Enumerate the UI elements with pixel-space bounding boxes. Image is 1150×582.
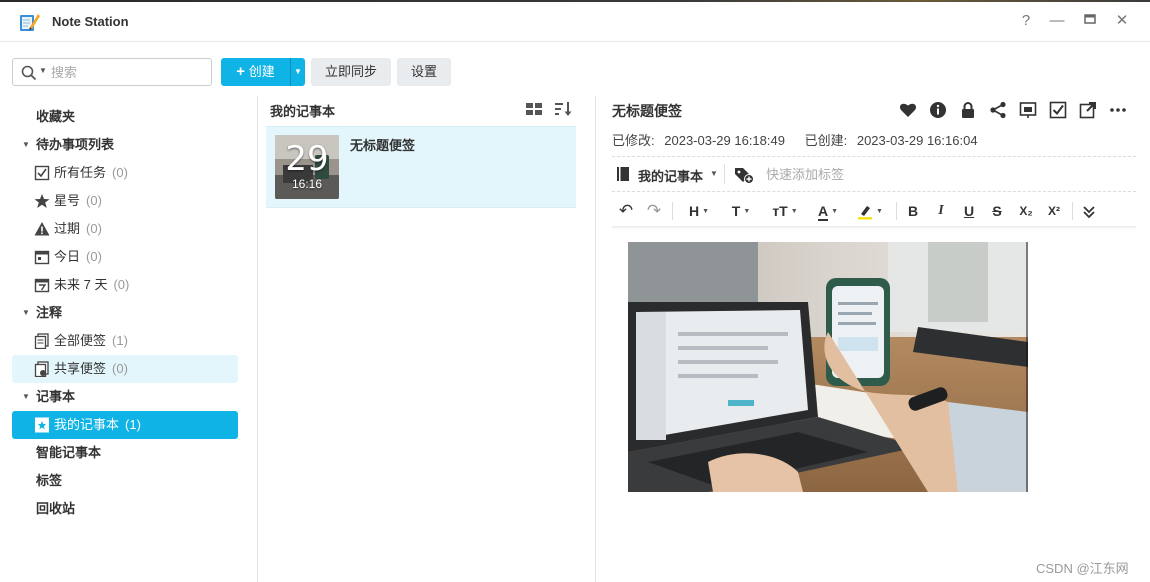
divider: [612, 156, 1136, 157]
notebook-icon: [617, 167, 629, 181]
font-size-button[interactable]: тT ▼: [766, 200, 804, 222]
presentation-icon[interactable]: [1019, 101, 1037, 119]
note-list-title: 我的记事本: [270, 104, 336, 119]
redo-button[interactable]: ↷: [644, 200, 664, 222]
modified-label: 已修改:: [612, 133, 655, 148]
divider: [724, 164, 725, 184]
search-icon: [21, 65, 37, 81]
calendar-today-icon: [34, 250, 50, 265]
highlighter-icon: [858, 206, 873, 220]
notebook-dropdown-caret-icon[interactable]: ▼: [710, 169, 718, 178]
divider: [612, 191, 1136, 192]
sidebar-item-my-notebook[interactable]: 我的记事本 (1): [12, 411, 238, 439]
sync-now-button[interactable]: 立即同步: [311, 58, 391, 86]
note-list-item-title: 无标题便签: [350, 138, 416, 153]
collapse-arrow-icon[interactable]: ▼: [22, 131, 30, 159]
note-title[interactable]: 无标题便签: [612, 101, 682, 121]
maximize-button[interactable]: [1081, 12, 1099, 30]
quick-add-tag-input[interactable]: [766, 164, 986, 184]
note-editor: 无标题便签 已修改: 2023-03-29 16:18:49 已创建: 2023…: [596, 96, 1150, 582]
sidebar-item-overdue[interactable]: 过期 (0): [12, 215, 238, 243]
lock-icon[interactable]: [959, 101, 977, 119]
create-button-label: 创建: [248, 64, 275, 79]
note-metadata: 已修改: 2023-03-29 16:18:49 已创建: 2023-03-29…: [612, 130, 984, 149]
sidebar-section-notebooks[interactable]: ▼ 记事本: [12, 383, 238, 411]
sidebar-item-starred[interactable]: 星号 (0): [12, 187, 238, 215]
text-color-button[interactable]: A ▼: [810, 200, 846, 222]
divider: [1072, 202, 1073, 220]
sidebar-item-smart-notebooks[interactable]: 智能记事本: [12, 439, 238, 467]
more-formatting-button[interactable]: [1078, 200, 1100, 222]
note-list-item[interactable]: 29 16:16 无标题便签: [266, 126, 576, 208]
help-button[interactable]: ?: [1017, 12, 1035, 30]
sidebar-item-next-7-days[interactable]: 未来 7 天 (0): [12, 271, 238, 299]
highlight-button[interactable]: ▼: [852, 200, 888, 222]
divider: [896, 202, 897, 220]
note-thumbnail: 29 16:16: [275, 135, 339, 199]
notebook-selector[interactable]: 我的记事本: [638, 166, 703, 185]
note-embedded-image[interactable]: [628, 242, 1028, 492]
notes-icon: [34, 333, 49, 349]
checkbox-checked-icon: [34, 165, 50, 181]
open-in-new-window-icon[interactable]: [1079, 101, 1097, 119]
sidebar-item-tags[interactable]: 标签: [12, 467, 238, 495]
watermark: CSDN @江东网: [1036, 561, 1129, 576]
search-input[interactable]: [51, 63, 201, 81]
underline-button[interactable]: U: [958, 200, 980, 222]
double-chevron-down-icon: [1083, 206, 1095, 219]
grid-view-icon[interactable]: [525, 101, 543, 117]
subscript-button[interactable]: X₂: [1014, 200, 1038, 222]
info-icon[interactable]: [929, 101, 947, 119]
created-label: 已创建:: [804, 133, 848, 148]
sidebar-item-shared-notes[interactable]: 共享便签 (0): [12, 355, 238, 383]
minimize-button[interactable]: —: [1048, 12, 1066, 30]
sidebar-item-all-tasks[interactable]: 所有任务 (0): [12, 159, 238, 187]
bold-button[interactable]: B: [902, 200, 924, 222]
sidebar-item-all-notes[interactable]: 全部便签 (1): [12, 327, 238, 355]
settings-button[interactable]: 设置: [397, 58, 451, 86]
laptop-phone-photo: [628, 242, 1028, 492]
heading-button[interactable]: H ▼: [682, 200, 716, 222]
close-button[interactable]: ✕: [1113, 12, 1131, 30]
divider: [672, 202, 673, 220]
more-options-icon[interactable]: [1109, 101, 1127, 119]
sidebar-section-notes[interactable]: ▼ 注释: [12, 299, 238, 327]
sidebar: 收藏夹 ▼ 待办事项列表 所有任务 (0) 星号 (0) 过期 (0) 今日 (0) 未…: [0, 96, 258, 582]
superscript-button[interactable]: X²: [1042, 200, 1066, 222]
notebook-star-icon: [35, 417, 49, 433]
search-options-caret-icon[interactable]: ▼: [39, 66, 47, 75]
todo-checkbox-icon[interactable]: [1049, 101, 1067, 119]
sort-icon[interactable]: [554, 101, 572, 117]
sidebar-item-favorites[interactable]: 收藏夹: [12, 103, 238, 131]
strikethrough-button[interactable]: S: [986, 200, 1008, 222]
create-button[interactable]: + 创建: [221, 58, 290, 86]
add-tag-icon[interactable]: [734, 166, 754, 184]
maximize-icon: [1084, 14, 1096, 24]
note-list-pane: 我的记事本 29 16:16 无标题便签: [258, 96, 596, 582]
note-station-app-icon: [20, 14, 40, 31]
app-title: Note Station: [52, 14, 129, 29]
format-toolbar: ↶ ↷ H ▼ T ▼ тT ▼ A ▼ ▼ B I U S X₂ X²: [612, 196, 1136, 226]
font-button[interactable]: T ▼: [724, 200, 758, 222]
heart-icon[interactable]: [899, 101, 917, 119]
sidebar-item-today[interactable]: 今日 (0): [12, 243, 238, 271]
sidebar-section-todo[interactable]: ▼ 待办事项列表: [12, 131, 238, 159]
plus-icon: +: [236, 63, 246, 80]
modified-value: 2023-03-29 16:18:49: [664, 133, 785, 148]
share-icon[interactable]: [989, 101, 1007, 119]
calendar-week-icon: [34, 278, 50, 293]
sidebar-item-trash[interactable]: 回收站: [12, 495, 238, 523]
warning-icon: [34, 222, 50, 236]
italic-button[interactable]: I: [930, 200, 952, 222]
created-value: 2023-03-29 16:16:04: [856, 133, 978, 148]
create-dropdown-button[interactable]: ▼: [290, 58, 305, 86]
collapse-arrow-icon[interactable]: ▼: [22, 383, 30, 411]
title-bar: Note Station ? — ✕: [0, 2, 1150, 42]
toolbar-shadow: [612, 226, 1136, 229]
undo-button[interactable]: ↶: [616, 200, 636, 222]
collapse-arrow-icon[interactable]: ▼: [22, 299, 30, 327]
star-icon: [34, 194, 50, 208]
search-box[interactable]: ▼: [12, 58, 212, 86]
shared-notes-icon: [34, 361, 49, 377]
